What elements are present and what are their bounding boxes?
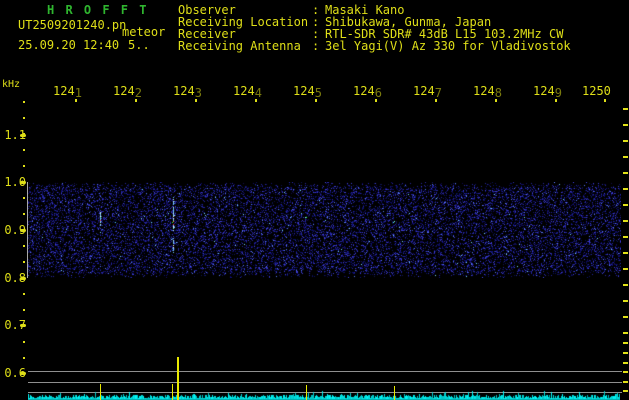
meteor-spike [100,384,101,400]
freq-minor-tick [23,357,25,359]
station-label: Receiving Antenna [178,39,301,53]
meteor-spike [172,384,173,400]
spectrogram-noise-band [28,182,621,278]
right-tick [623,300,628,302]
right-tick [623,352,628,354]
right-tick [623,390,628,392]
right-tick [623,188,628,190]
right-tick [623,371,628,373]
freq-minor-tick [23,229,25,231]
station-value: 3el Yagi(V) Az 330 for Vladivostok [325,39,571,53]
station-separator: : [312,39,320,53]
right-tick [623,252,628,254]
hrofft-window: H R O F F T UT2509201240.pn meteor 25.09… [0,0,629,400]
freq-minor-tick [23,325,25,327]
time-tick [495,99,497,102]
echo-counter: 5.. [128,38,150,52]
meteor-spike [306,385,307,400]
right-tick [623,236,628,238]
right-tick [623,204,628,206]
time-label: 1249 [533,84,562,100]
time-tick [555,99,557,102]
right-tick [623,268,628,270]
time-tick [75,99,77,102]
freq-minor-tick [23,101,25,103]
right-tick [623,342,628,344]
right-tick [623,108,628,110]
freq-minor-tick [23,133,25,135]
app-title: H R O F F T [47,3,149,17]
freq-minor-tick [23,309,25,311]
band-edge-marker [27,182,28,278]
time-tick [604,99,606,102]
meteor-spike [177,357,179,400]
time-label: 1241 [53,84,82,100]
freq-minor-tick [23,245,25,247]
freq-minor-tick [23,181,25,183]
freq-minor-tick [23,165,25,167]
time-tick [195,99,197,102]
freq-minor-tick [23,213,25,215]
time-label: 1246 [353,84,382,100]
right-tick [623,362,628,364]
meteor-spike [394,386,395,400]
level-line [28,382,622,383]
time-tick [435,99,437,102]
freq-minor-tick [23,341,25,343]
right-tick [623,172,628,174]
freq-minor-tick [23,149,25,151]
time-label: 1243 [173,84,202,100]
right-tick [623,381,628,383]
freq-minor-tick [23,293,25,295]
freq-minor-tick [23,197,25,199]
signal-level-trace [28,385,620,400]
time-tick [315,99,317,102]
right-tick [623,156,628,158]
time-label: 1248 [473,84,502,100]
capture-filename: UT2509201240.pn [18,18,127,32]
time-tick [375,99,377,102]
freq-minor-tick [23,277,25,279]
freq-major-tick [20,372,26,375]
freq-axis-unit: kHz [2,79,21,90]
time-label: 1242 [113,84,142,100]
time-tick [255,99,257,102]
time-label: 1245 [293,84,322,100]
level-line [28,371,622,372]
timestamp: 25.09.20 12:40 [18,38,120,52]
right-tick [623,332,628,334]
right-tick [623,124,628,126]
right-tick [623,316,628,318]
right-tick [623,220,628,222]
time-label: 1250 [582,84,611,98]
right-tick [623,284,628,286]
freq-minor-tick [23,117,25,119]
observation-label: meteor [122,25,166,39]
time-tick [135,99,137,102]
time-label: 1247 [413,84,442,100]
right-tick [623,140,628,142]
freq-minor-tick [23,261,25,263]
time-label: 1244 [233,84,262,100]
